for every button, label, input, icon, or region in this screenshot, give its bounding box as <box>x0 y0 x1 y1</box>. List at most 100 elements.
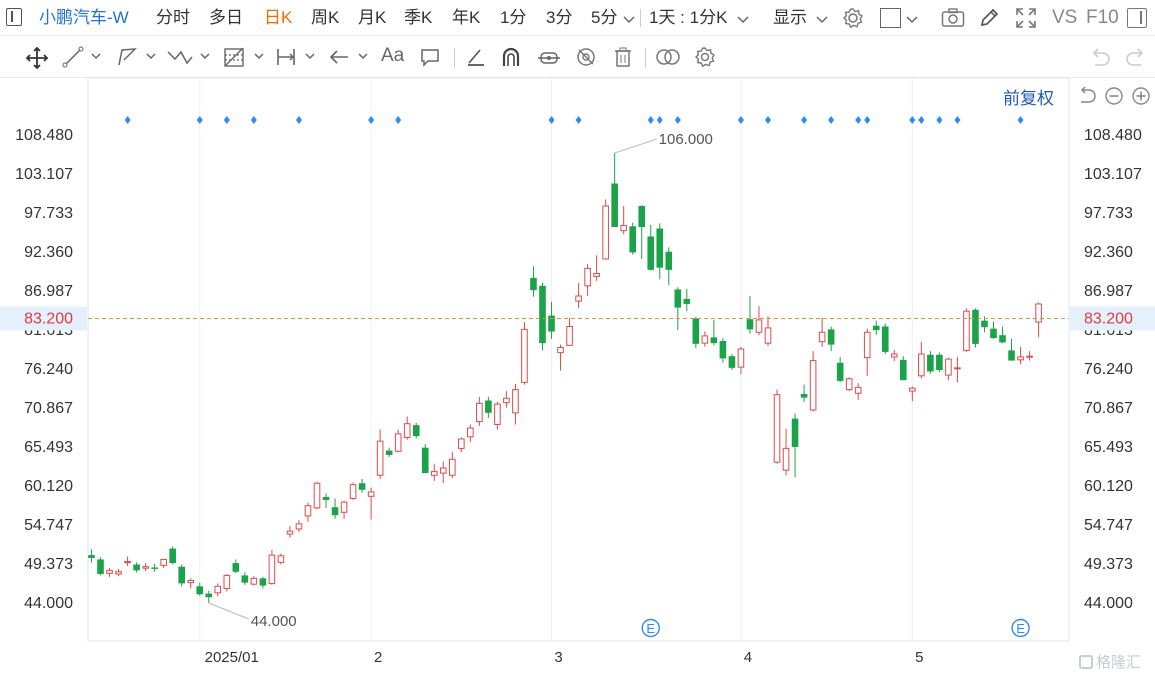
settings-icon[interactable] <box>694 46 716 73</box>
candle <box>394 429 402 453</box>
candle <box>981 316 988 333</box>
candle-body <box>241 575 249 583</box>
pen-icon[interactable] <box>465 46 487 73</box>
x-tick-label: 2025/01 <box>205 649 259 666</box>
candle-body <box>304 505 312 517</box>
redo-icon[interactable] <box>1125 47 1147 72</box>
event-marker-diamond <box>196 116 203 124</box>
candle-body <box>557 347 564 354</box>
tab-period-1min[interactable]: 1分 <box>500 0 526 36</box>
reset-icon[interactable] <box>1077 86 1097 111</box>
event-marker-diamond <box>936 116 943 124</box>
measure-icon[interactable] <box>275 46 319 73</box>
y-tick-label-right: 65.493 <box>1084 439 1133 456</box>
y-tick-label-left: 44.000 <box>24 595 73 612</box>
candle-body <box>845 378 853 391</box>
candle-body <box>160 558 167 566</box>
event-marker-diamond <box>223 116 230 124</box>
candle-body <box>1017 356 1024 361</box>
event-marker-diamond <box>1017 116 1024 124</box>
vs-compare-button[interactable]: VS <box>1052 0 1077 36</box>
candle-body <box>97 559 104 574</box>
x-tick-label: 3 <box>554 649 562 666</box>
f10-button[interactable]: F10 <box>1086 0 1119 36</box>
gear-icon[interactable] <box>842 7 864 34</box>
layout-square-icon[interactable] <box>880 8 901 28</box>
hide-icon[interactable] <box>575 46 597 73</box>
x-axis: 2025/01 2 3 4 5 <box>205 649 924 666</box>
lock-icon[interactable] <box>537 46 561 73</box>
move-icon[interactable] <box>25 46 49 75</box>
candle <box>160 558 167 569</box>
candle-body <box>295 523 303 530</box>
chevron-down-icon[interactable] <box>623 12 635 30</box>
candle-body <box>719 340 727 359</box>
candle <box>791 413 799 478</box>
candlestick-chart[interactable]: EE 106.00044.000 108.480 108.480103.107 10… <box>0 0 1155 678</box>
polyline-icon[interactable] <box>116 46 158 73</box>
magnet-icon[interactable] <box>500 46 522 73</box>
candle-body <box>990 328 997 339</box>
candle <box>349 482 357 500</box>
camera-icon[interactable] <box>941 8 965 33</box>
tab-period-yearly[interactable]: 年K <box>452 0 480 36</box>
fib-icon[interactable] <box>222 45 266 74</box>
candle-body <box>349 484 357 499</box>
text-icon[interactable]: Aa <box>381 45 404 67</box>
candle-body <box>782 447 790 471</box>
price-adjust-toggle[interactable]: 前复权 <box>1003 84 1054 109</box>
candle <box>430 463 438 482</box>
tab-period-3min[interactable]: 3分 <box>546 0 572 36</box>
fullscreen-icon[interactable] <box>1015 7 1037 34</box>
candle-body <box>827 329 835 345</box>
candle <box>890 349 898 362</box>
candle <box>232 559 240 574</box>
candle <box>494 401 501 430</box>
candle <box>845 377 853 392</box>
comment-icon[interactable] <box>419 46 441 73</box>
tab-period-weekly[interactable]: 周K <box>311 0 339 36</box>
candle <box>692 317 700 349</box>
y-tick-label-left: 54.747 <box>24 517 73 534</box>
arrow-icon[interactable] <box>328 46 372 73</box>
tab-period-daily[interactable]: 日K <box>264 0 292 36</box>
tab-period-monthly[interactable]: 月K <box>358 0 386 36</box>
tab-period-multiday[interactable]: 多日 <box>209 0 243 36</box>
panel-toggle-icon[interactable] <box>6 8 22 26</box>
chevron-down-icon[interactable] <box>737 12 749 30</box>
event-markers: EE <box>124 116 1030 638</box>
zoom-out-icon[interactable] <box>1104 86 1124 111</box>
candle <box>809 351 817 412</box>
min-price-label: 44.000 <box>251 613 297 630</box>
y-tick-label-left: 108.480 <box>15 127 73 144</box>
candle-body <box>449 458 456 476</box>
zoom-in-icon[interactable] <box>1131 86 1151 111</box>
tab-period-quarterly[interactable]: 季K <box>404 0 432 36</box>
chevron-down-icon[interactable] <box>816 12 828 30</box>
undo-icon[interactable] <box>1089 47 1111 72</box>
side-panel-icon[interactable] <box>1127 8 1147 28</box>
candle-body <box>259 578 267 586</box>
trash-icon[interactable] <box>613 46 633 73</box>
candle <box>593 255 600 281</box>
tab-period-timeshare[interactable]: 分时 <box>156 0 190 36</box>
event-marker-diamond <box>828 116 835 124</box>
event-marker-diamond <box>801 116 808 124</box>
multi-period-select[interactable]: 1天 : 1分K <box>649 0 727 36</box>
link-icon[interactable] <box>655 46 681 73</box>
wave-icon[interactable] <box>166 46 212 73</box>
tab-period-5min[interactable]: 5分 <box>591 0 617 36</box>
annotations: 106.000 44.000 <box>88 131 1069 630</box>
candle <box>241 572 249 585</box>
display-menu[interactable]: 显示 <box>773 0 807 36</box>
line-icon[interactable] <box>62 46 102 73</box>
candle-body <box>728 356 736 368</box>
candle <box>196 582 204 596</box>
chevron-down-icon[interactable] <box>906 12 918 30</box>
candle <box>881 323 889 355</box>
y-tick-label-left: 86.987 <box>24 283 73 300</box>
candle <box>990 321 997 339</box>
candle <box>773 389 781 464</box>
pen-icon[interactable] <box>978 7 1000 34</box>
candle <box>800 384 808 402</box>
